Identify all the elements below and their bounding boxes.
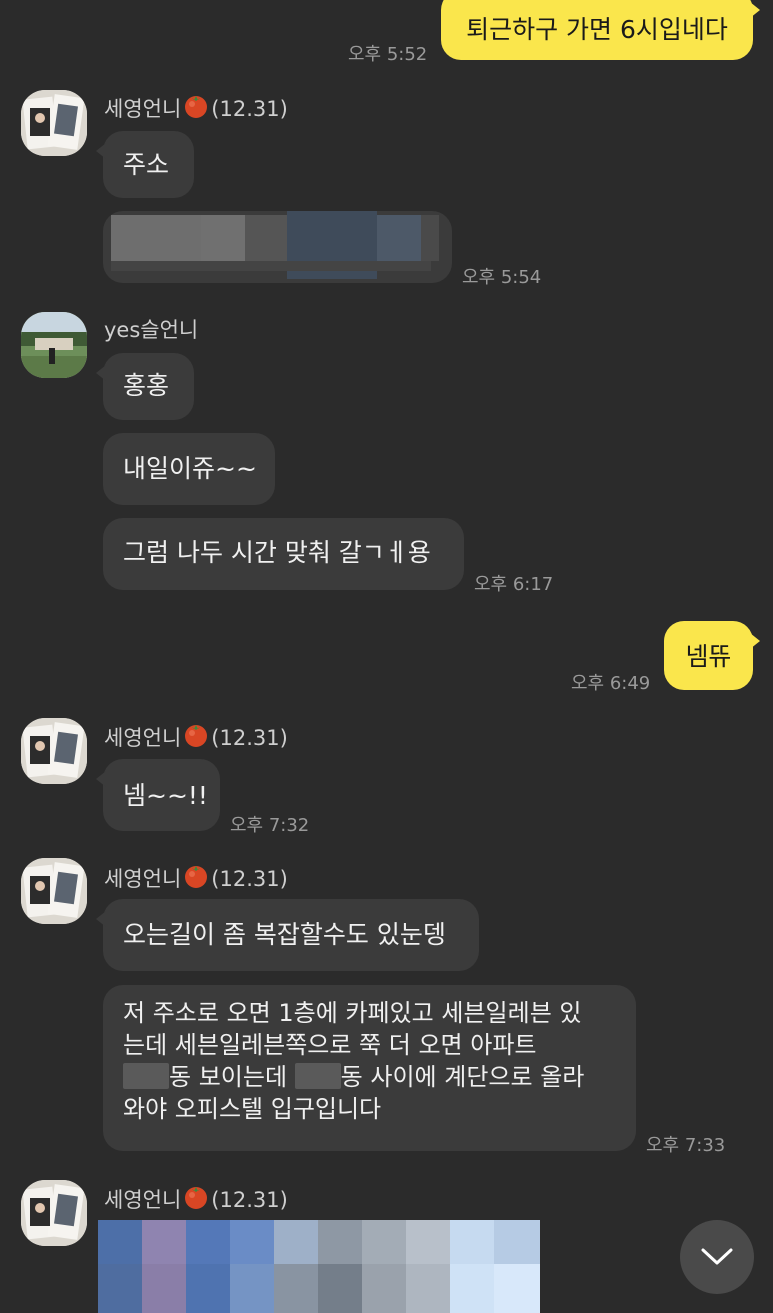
redacted-block: [123, 1063, 169, 1089]
sender-name-suffix: (12.31): [211, 867, 288, 891]
profile-photo: [21, 312, 87, 378]
avatar[interactable]: [21, 718, 87, 784]
message-bubble[interactable]: 내일이쥬~~: [103, 433, 275, 505]
message-line-part: 동 보이는데: [169, 1063, 288, 1091]
sender-name-text: 세영언니: [104, 1188, 182, 1212]
redacted-block: [294, 1063, 341, 1089]
avatar[interactable]: [21, 90, 87, 156]
avatar[interactable]: [21, 858, 87, 924]
sender-name: yes슬언니: [104, 318, 199, 342]
message-bubble[interactable]: 오는길이 좀 복잡할수도 있눈뎅: [96, 899, 479, 971]
message-timestamp: 오후 5:52: [348, 44, 428, 65]
message-bubble[interactable]: 그럼 나두 시간 맞춰 갈ㄱㅔ용: [103, 518, 464, 590]
message-line: 동 보이는데 동 사이에 계단으로 올라: [123, 1061, 616, 1093]
sender-name-suffix: (12.31): [211, 726, 288, 750]
profile-photo: [21, 1180, 87, 1246]
profile-photo: [21, 718, 87, 784]
message-line-part: 동 사이에 계단으로 올라: [340, 1063, 585, 1091]
tomato-emoji-icon: [185, 96, 208, 118]
message-timestamp: 오후 6:49: [571, 673, 651, 694]
sender-name-text: 세영언니: [104, 726, 182, 750]
message-timestamp: 오후 5:54: [462, 267, 542, 288]
sender-name-text: 세영언니: [104, 97, 182, 121]
avatar[interactable]: [21, 1180, 87, 1246]
avatar[interactable]: [21, 312, 87, 378]
scroll-to-bottom-button[interactable]: [680, 1220, 754, 1294]
chevron-down-icon: [701, 1248, 733, 1265]
message-timestamp: 오후 7:33: [646, 1135, 726, 1156]
profile-photo: [21, 858, 87, 924]
blurred-image-attachment[interactable]: [98, 1220, 540, 1313]
message-line: 는데 세븐일레븐쪽으로 쭉 더 오면 아파트: [123, 1031, 537, 1059]
blurred-address-bubble[interactable]: [103, 211, 452, 283]
message-line: 와야 오피스텔 입구입니다: [123, 1095, 382, 1123]
sender-name: 세영언니 (12.31): [104, 92, 288, 123]
message-bubble[interactable]: 홍홍: [96, 353, 194, 420]
profile-photo: [21, 90, 87, 156]
my-message-bubble[interactable]: 퇴근하구 가면 6시입네다: [441, 0, 760, 60]
sender-name-suffix: (12.31): [211, 1188, 288, 1212]
message-timestamp: 오후 7:32: [230, 815, 310, 836]
message-timestamp: 오후 6:17: [474, 574, 554, 595]
sender-name: 세영언니 (12.31): [104, 1183, 288, 1214]
tomato-emoji-icon: [185, 725, 208, 747]
message-bubble[interactable]: 주소: [96, 131, 194, 198]
message-bubble[interactable]: 저 주소로 오면 1층에 카페있고 세븐일레븐 있 는데 세븐일레븐쪽으로 쭉 …: [103, 985, 636, 1151]
message-bubble[interactable]: 넴~~!!: [96, 759, 220, 831]
message-line: 저 주소로 오면 1층에 카페있고 세븐일레븐 있: [123, 999, 582, 1027]
tomato-emoji-icon: [185, 866, 208, 888]
sender-name-suffix: (12.31): [211, 97, 288, 121]
sender-name: 세영언니 (12.31): [104, 721, 288, 752]
tomato-emoji-icon: [185, 1187, 208, 1209]
sender-name-text: 세영언니: [104, 867, 182, 891]
my-message-bubble[interactable]: 넴뜌: [664, 621, 760, 690]
sender-name: 세영언니 (12.31): [104, 862, 288, 893]
